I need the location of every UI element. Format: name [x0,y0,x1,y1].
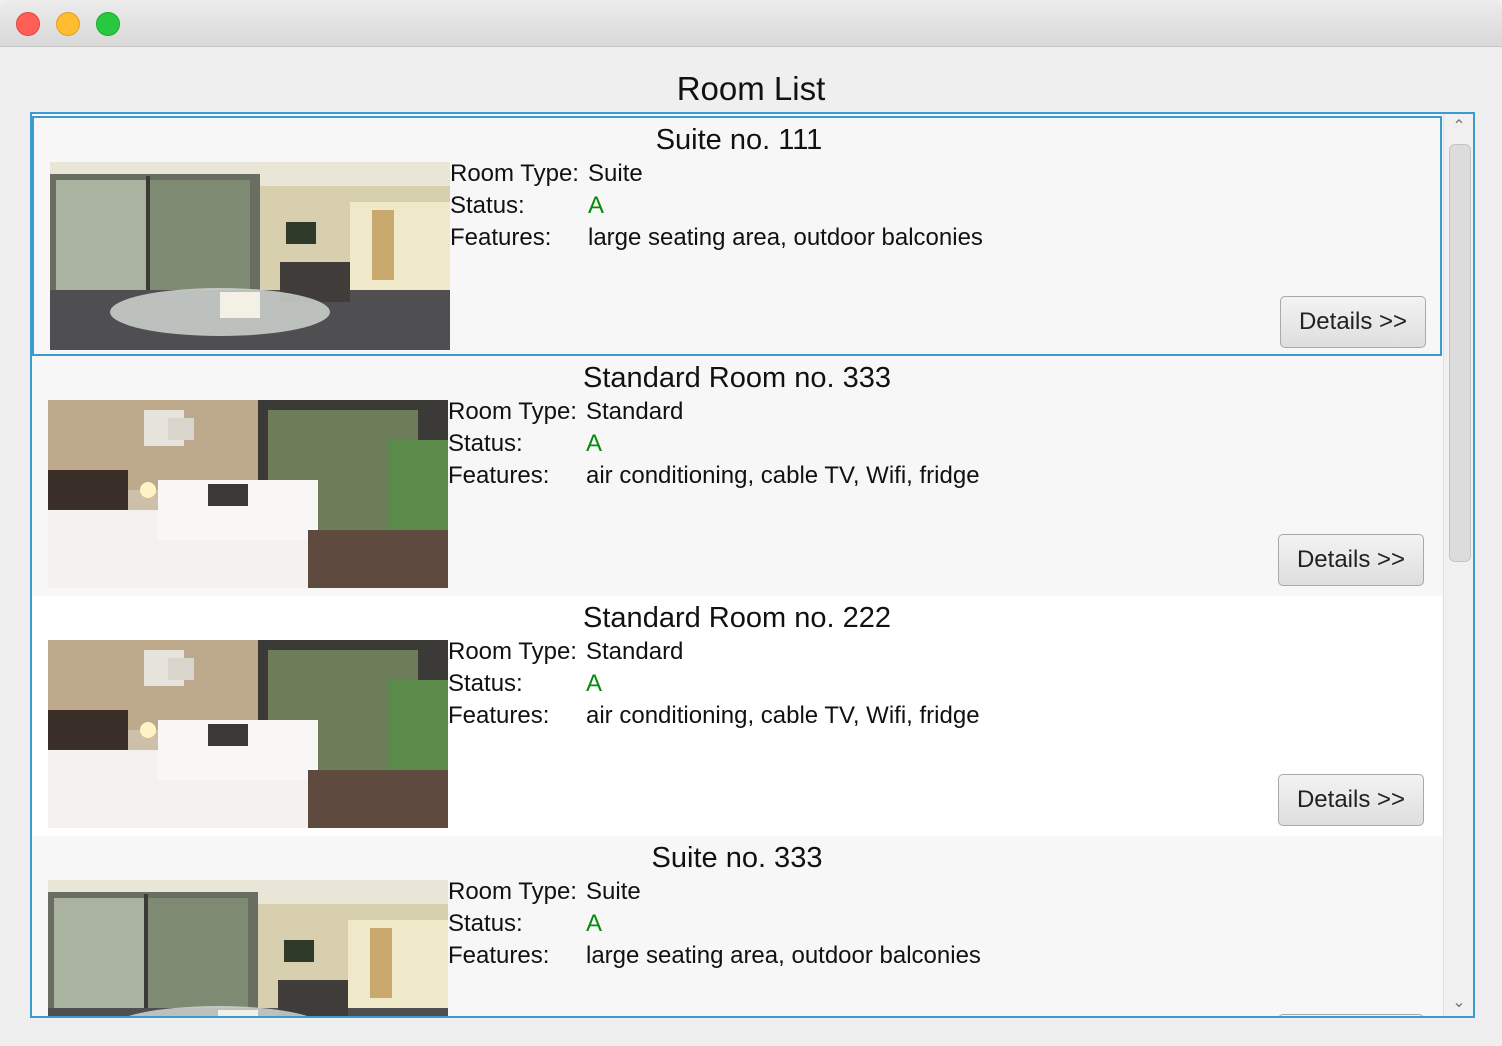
scroll-down-icon[interactable]: ⌄ [1444,990,1473,1016]
status-value: A [586,910,603,937]
close-window-button[interactable] [16,12,40,36]
features-value: large seating area, outdoor balconies [586,942,981,969]
room-type-value: Suite [588,160,643,187]
suite-room-photo [50,162,450,350]
features-value: air conditioning, cable TV, Wifi, fridge [586,462,980,489]
details-button[interactable]: Details >> [1278,534,1424,586]
room-type-value: Standard [586,638,684,665]
room-list-item[interactable]: Suite no. 333 Room Type: Suite Status: A [32,836,1442,1016]
status-label: Status: [448,430,523,457]
status-value: A [588,192,605,219]
details-button[interactable]: Details >> [1278,1014,1424,1016]
room-type-value: Standard [586,398,684,425]
standard-room-photo [48,640,448,828]
room-title: Standard Room no. 222 [583,602,891,634]
room-type-label: Room Type: [448,878,577,905]
room-list-item[interactable]: Standard Room no. 333 Room Type: Standar… [32,356,1442,596]
room-title: Suite no. 333 [651,842,823,874]
features-label: Features: [450,224,552,251]
scrollbar-thumb[interactable] [1449,144,1471,562]
room-title: Suite no. 111 [655,124,823,156]
window-titlebar [0,0,1502,47]
status-label: Status: [448,910,523,937]
room-title: Standard Room no. 333 [583,362,891,394]
suite-room-photo [48,880,448,1016]
scroll-up-icon[interactable]: ⌃ [1444,114,1473,140]
vertical-scrollbar[interactable]: ⌃ ⌄ [1443,114,1473,1016]
standard-room-photo [48,400,448,588]
room-type-value: Suite [586,878,641,905]
details-button[interactable]: Details >> [1280,296,1426,348]
features-label: Features: [448,702,550,729]
page-title: Room List [676,70,826,107]
maximize-window-button[interactable] [96,12,120,36]
status-label: Status: [450,192,525,219]
features-label: Features: [448,942,550,969]
minimize-window-button[interactable] [56,12,80,36]
room-type-label: Room Type: [448,638,577,665]
room-type-label: Room Type: [448,398,577,425]
features-value: large seating area, outdoor balconies [588,224,983,251]
room-list-item[interactable]: Suite no. 111 Room Type: Suite Status: A [32,116,1442,356]
status-value: A [586,670,603,697]
room-list[interactable]: Suite no. 111 Room Type: Suite Status: A [30,112,1475,1018]
status-value: A [586,430,603,457]
features-value: air conditioning, cable TV, Wifi, fridge [586,702,980,729]
details-button[interactable]: Details >> [1278,774,1424,826]
status-label: Status: [448,670,523,697]
room-list-item[interactable]: Standard Room no. 222 Room Type: Standar… [32,596,1442,836]
features-label: Features: [448,462,550,489]
room-type-label: Room Type: [450,160,579,187]
